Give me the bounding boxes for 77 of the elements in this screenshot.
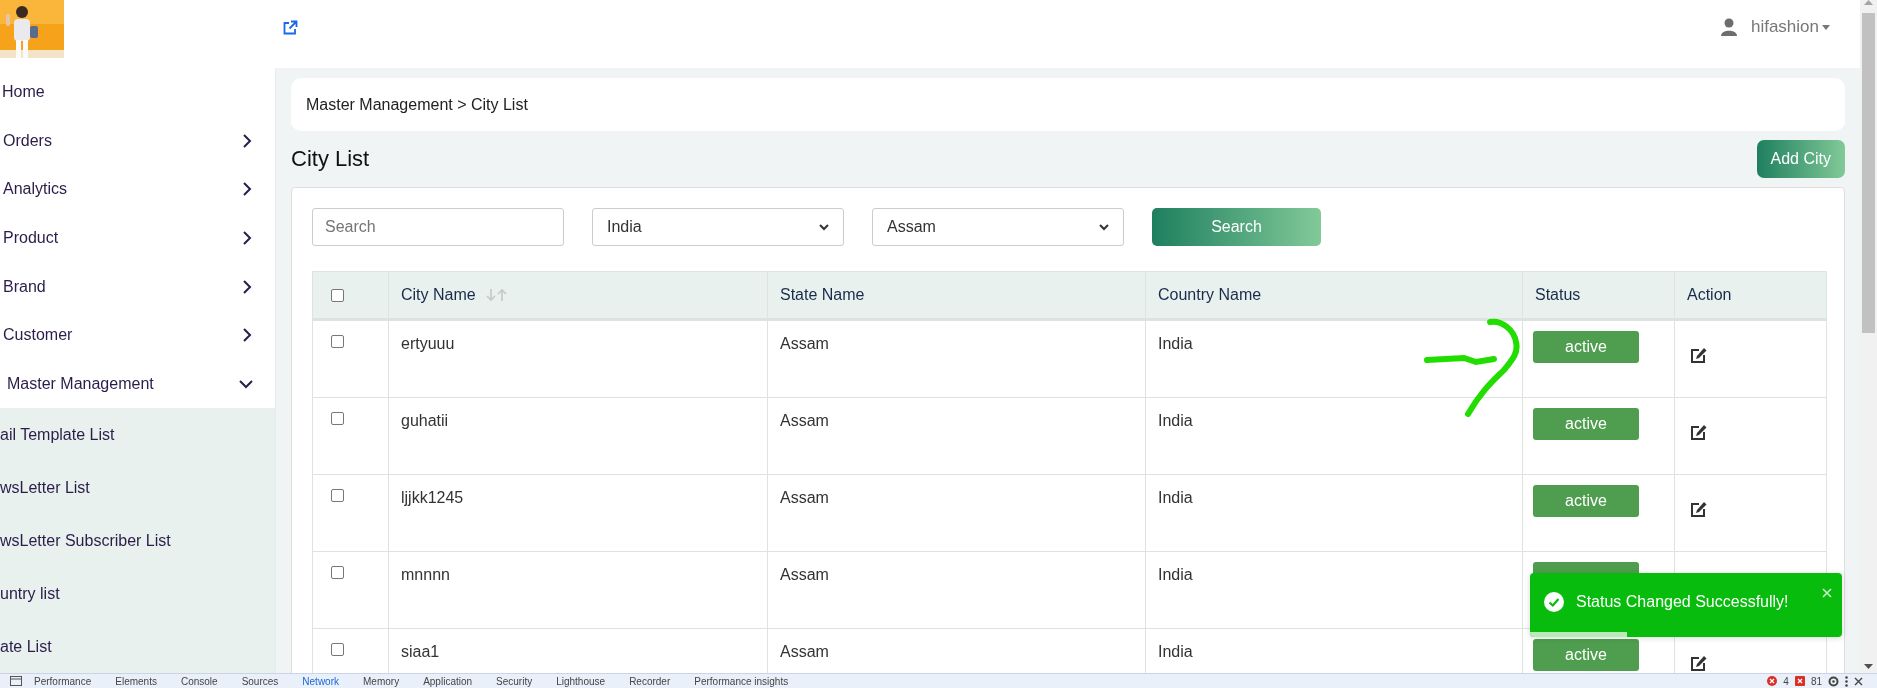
table-cell: India [1158,489,1193,506]
scrollbar-thumb[interactable] [1862,13,1875,333]
devtools-tab[interactable]: Performance insights [682,674,801,688]
sidebar-item[interactable]: wsLetter List [0,461,275,515]
edit-icon[interactable] [1690,655,1707,672]
devtools-tab[interactable]: Console [168,674,230,688]
table-cell: ljjkk1245 [401,489,464,506]
page-title: City List [291,146,370,172]
error-icon[interactable] [1767,676,1778,686]
more-icon[interactable] [1845,675,1848,687]
external-link-icon[interactable] [282,20,298,36]
dropdown[interactable]: Assam [872,208,1124,246]
edit-icon[interactable] [1690,424,1707,441]
checkbox[interactable] [331,335,344,348]
sidebar-item[interactable]: ate List [0,620,275,673]
table-cell: guhatii [401,412,449,429]
column-header: Country Name [1158,286,1262,304]
column-header[interactable]: City Name [401,286,476,304]
table-cell: India [1158,643,1193,660]
sort-icon [485,288,508,302]
sidebar-item[interactable]: untry list [0,567,275,621]
edit-icon[interactable] [1690,347,1707,364]
breadcrumb: Master Management > City List [291,78,1845,131]
column-header: Action [1687,286,1732,304]
checkbox[interactable] [331,412,344,425]
devtools-tab[interactable]: Recorder [617,674,683,688]
caret-icon [1822,24,1830,30]
table-cell: siaa1 [401,643,440,660]
close-icon[interactable] [1854,676,1863,686]
table-cell: India [1158,335,1193,352]
devtools-tab[interactable]: Lighthouse [544,674,618,688]
error-count[interactable]: 4 [1783,675,1789,687]
device-toolbar-icon [10,676,22,686]
table-cell: Assam [780,412,829,429]
user-icon [1720,18,1737,36]
table-cell: mnnnn [401,566,450,583]
devtools-tab[interactable]: Network [290,674,351,688]
sidebar-item[interactable]: Brand [0,262,275,311]
checkbox[interactable] [331,489,344,502]
chevron-down-icon [1099,223,1109,231]
devtools-tab[interactable]: Application [411,674,485,688]
issue-count[interactable]: 81 [1810,675,1822,687]
table-cell: Assam [780,335,829,352]
checkbox[interactable] [331,566,344,579]
edit-icon[interactable] [1690,501,1707,518]
devtools-tab[interactable]: Security [484,674,545,688]
search-field[interactable]: Search [312,208,564,246]
sidebar-item[interactable]: Orders [0,116,275,166]
issue-icon[interactable] [1794,676,1805,686]
devtools-tab[interactable]: Performance [22,674,104,688]
sidebar-item[interactable]: Analytics [0,165,275,214]
table-cell: ertyuuu [401,335,455,352]
user-menu[interactable]: hifashion [1750,17,1830,37]
table-cell: Assam [780,489,829,506]
chevron-down-icon [819,223,829,231]
sidebar-item[interactable]: wsLetter Subscriber List [0,514,275,568]
checkbox[interactable] [331,643,344,656]
table-cell: Assam [780,643,829,660]
scroll-down-icon[interactable] [1864,664,1873,669]
sidebar-item[interactable]: Home [0,68,275,117]
sidebar-item[interactable]: Product [0,213,275,263]
column-header: Status [1535,286,1581,304]
table-cell: India [1158,412,1193,429]
devtools-tab[interactable]: Memory [351,674,412,688]
devtools-tab[interactable]: Sources [229,674,291,688]
column-header: State Name [780,286,865,304]
sidebar-item[interactable]: ail Template List [0,408,275,462]
table-cell: Assam [780,566,829,583]
sidebar-item[interactable]: Master Management [0,359,275,409]
checkbox[interactable] [331,288,344,302]
dropdown[interactable]: India [592,208,844,246]
check-circle-icon [1544,592,1564,612]
settings-icon[interactable] [1828,675,1839,687]
toast-message: Status Changed Successfully! [1576,593,1789,611]
sidebar-item[interactable]: Customer [0,310,275,360]
devtools-tab[interactable]: Elements [103,674,169,688]
table-cell: India [1158,566,1193,583]
